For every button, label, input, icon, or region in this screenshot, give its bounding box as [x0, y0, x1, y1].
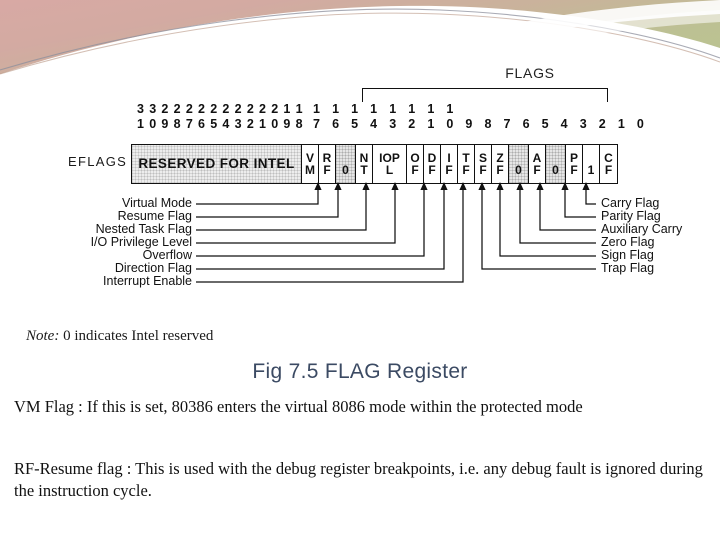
right-callout-label: Parity Flag: [601, 209, 661, 223]
right-callout-label: Sign Flag: [601, 248, 654, 262]
flag-register-figure: FLAGS 3130292827262524232221201918171615…: [0, 56, 720, 356]
right-callout-label: Auxiliary Carry: [601, 222, 683, 236]
body-paragraph-rf-flag: RF-Resume flag : This is used with the d…: [14, 459, 703, 500]
left-callout-label: Resume Flag: [117, 209, 192, 223]
right-callout-label: Trap Flag: [601, 261, 655, 275]
right-callout-label: Zero Flag: [601, 235, 655, 249]
note-prefix: Note:: [26, 328, 60, 344]
left-callout-label: Virtual Mode: [122, 196, 192, 210]
figure-note: Note: 0 indicates Intel reserved: [26, 328, 213, 345]
left-callout-label: Nested Task Flag: [95, 222, 192, 236]
figure-caption: Fig 7.5 FLAG Register: [252, 360, 468, 383]
left-callout-label: Direction Flag: [114, 261, 192, 275]
left-callout-label: Interrupt Enable: [103, 274, 192, 288]
left-callout-label: I/O Privilege Level: [90, 235, 192, 249]
note-text: 0 indicates Intel reserved: [59, 328, 214, 344]
body-paragraph-vm-flag: VM Flag : If this is set, 80386 enters t…: [14, 397, 583, 416]
right-callout-label: Carry Flag: [601, 196, 660, 210]
left-callout-label: Overflow: [142, 248, 192, 262]
